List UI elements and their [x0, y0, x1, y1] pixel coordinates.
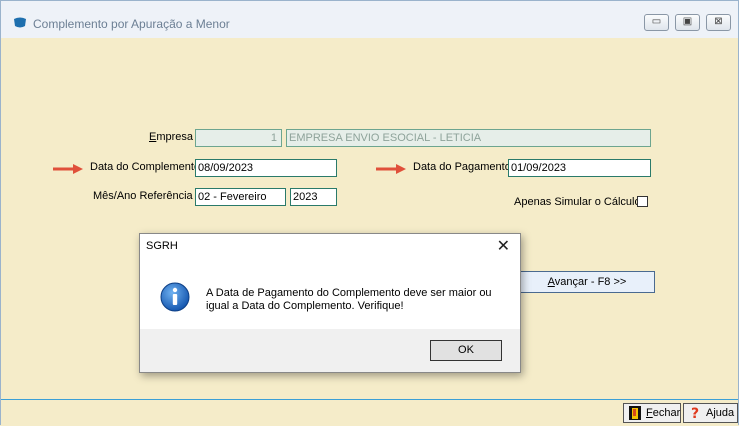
close-window-button[interactable]: ⊠ — [706, 14, 731, 31]
maximize-icon: ▣ — [682, 16, 693, 27]
dialog-footer: OK — [140, 329, 520, 372]
ajuda-button[interactable]: ? Ajuda — [683, 403, 738, 423]
empresa-code-field[interactable]: 1 — [195, 129, 282, 147]
ok-button[interactable]: OK — [430, 340, 502, 361]
exit-door-icon — [629, 406, 641, 420]
red-arrow-icon — [376, 164, 406, 174]
svg-text:?: ? — [691, 406, 699, 420]
mes-referencia-field[interactable]: 02 - Fevereiro — [195, 188, 286, 206]
simular-checkbox[interactable] — [637, 196, 648, 207]
data-complemento-label: Data do Complemento — [90, 161, 201, 173]
info-icon — [160, 282, 190, 312]
minimize-icon: ▭ — [651, 16, 662, 27]
mes-ano-label: Mês/Ano Referência — [93, 190, 193, 202]
message-dialog: SGRH ✕ A Data de Pagamento do Complement… — [139, 233, 521, 373]
dialog-message: A Data de Pagamento do Complemento deve … — [206, 287, 492, 312]
data-pagamento-label: Data do Pagamento — [413, 161, 511, 173]
dialog-close-button[interactable]: ✕ — [497, 236, 510, 256]
red-arrow-icon — [53, 164, 83, 174]
title-bar: Complemento por Apuração a Menor ▭ ▣ ⊠ — [1, 1, 738, 38]
help-question-icon: ? — [691, 406, 699, 420]
window-title: Complemento por Apuração a Menor — [33, 17, 230, 31]
main-window: Complemento por Apuração a Menor ▭ ▣ ⊠ E… — [0, 0, 739, 426]
app-icon — [14, 17, 26, 28]
avancar-button[interactable]: Avançar - F8 >> — [519, 271, 655, 293]
minimize-button[interactable]: ▭ — [644, 14, 669, 31]
ano-referencia-field[interactable]: 2023 — [290, 188, 337, 206]
dialog-title: SGRH — [146, 240, 178, 252]
empresa-name-field[interactable]: EMPRESA ENVIO ESOCIAL - LETICIA — [286, 129, 651, 147]
data-pagamento-field[interactable]: 01/09/2023 — [508, 159, 651, 177]
empresa-label: Empresa — [149, 131, 194, 143]
maximize-button[interactable]: ▣ — [675, 14, 700, 31]
close-icon: ⊠ — [714, 16, 723, 27]
simular-label: Apenas Simular o Cálculo — [514, 196, 641, 208]
fechar-button[interactable]: Fechar — [623, 403, 681, 423]
data-complemento-field[interactable]: 08/09/2023 — [195, 159, 337, 177]
